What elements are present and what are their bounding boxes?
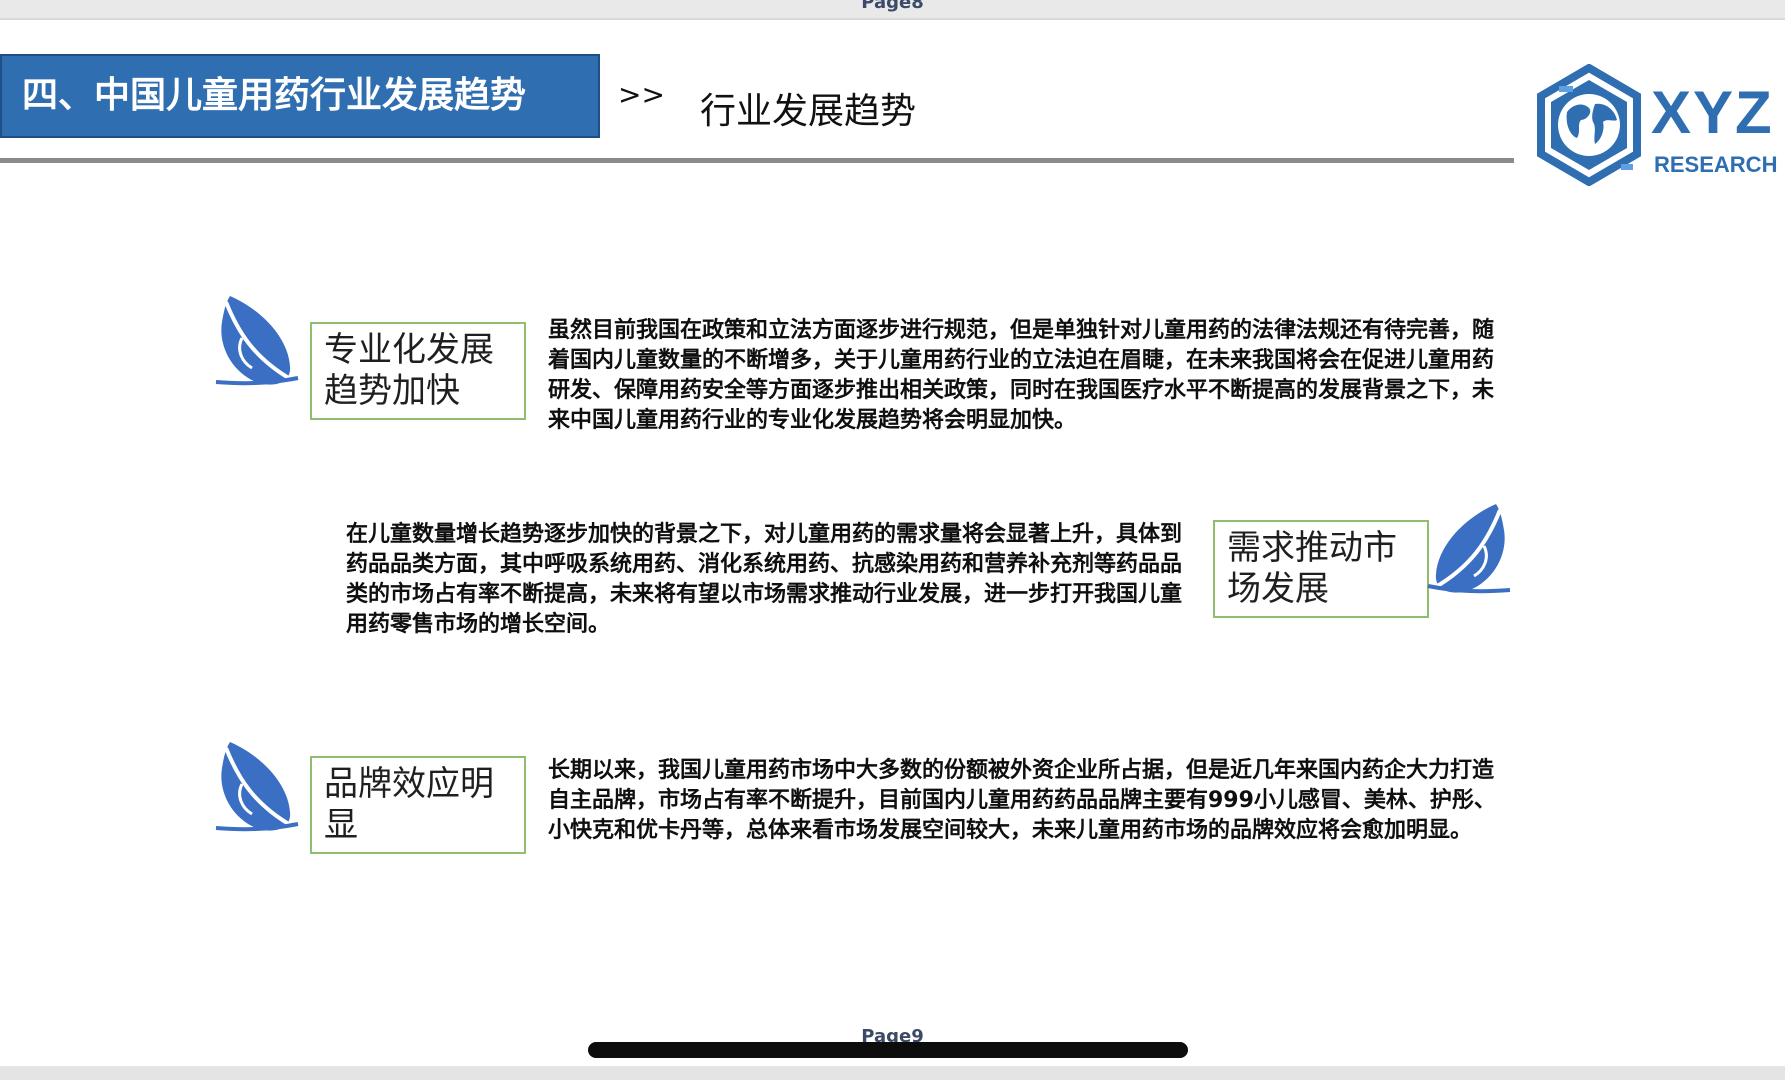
trend-description: 虽然目前我国在政策和立法方面逐步进行规范，但是单独针对儿童用药的法律法规还有待完… xyxy=(548,318,1495,433)
header-divider xyxy=(0,158,1514,163)
logo-wordmark: XYZ xyxy=(1651,79,1774,146)
section-title: 四、中国儿童用药行业发展趋势 xyxy=(22,75,527,116)
breadcrumb-separator: >> xyxy=(618,78,665,111)
leaf-icon xyxy=(215,296,299,386)
globe-hexagon-icon xyxy=(1537,64,1641,186)
leaf-icon xyxy=(1427,504,1511,594)
company-logo: XYZ RESEARCH xyxy=(1533,64,1777,194)
viewer-bottom-strip xyxy=(0,1066,1785,1080)
trend-label: 品牌效应明显 xyxy=(310,756,526,854)
trend-description: 长期以来，我国儿童用药市场中大多数的份额被外资企业所占据，但是近几年来国内药企大… xyxy=(548,758,1496,843)
page-subtitle: 行业发展趋势 xyxy=(700,91,917,132)
section-title-box: 四、中国儿童用药行业发展趋势 xyxy=(0,54,600,138)
trend-description: 在儿童数量增长趋势逐步加快的背景之下，对儿童用药的需求量将会显著上升，具体到药品… xyxy=(346,522,1183,637)
slide: 四、中国儿童用药行业发展趋势 >> 行业发展趋势 XYZ RESEARCH 专业… xyxy=(0,18,1785,1068)
home-indicator-bar[interactable] xyxy=(588,1042,1188,1058)
trend-label: 需求推动市场发展 xyxy=(1213,520,1429,618)
trend-label: 专业化发展趋势加快 xyxy=(310,322,526,420)
previous-page-label: Page8 xyxy=(861,0,924,13)
logo-subtext: RESEARCH xyxy=(1654,152,1778,177)
leaf-icon xyxy=(215,742,299,832)
